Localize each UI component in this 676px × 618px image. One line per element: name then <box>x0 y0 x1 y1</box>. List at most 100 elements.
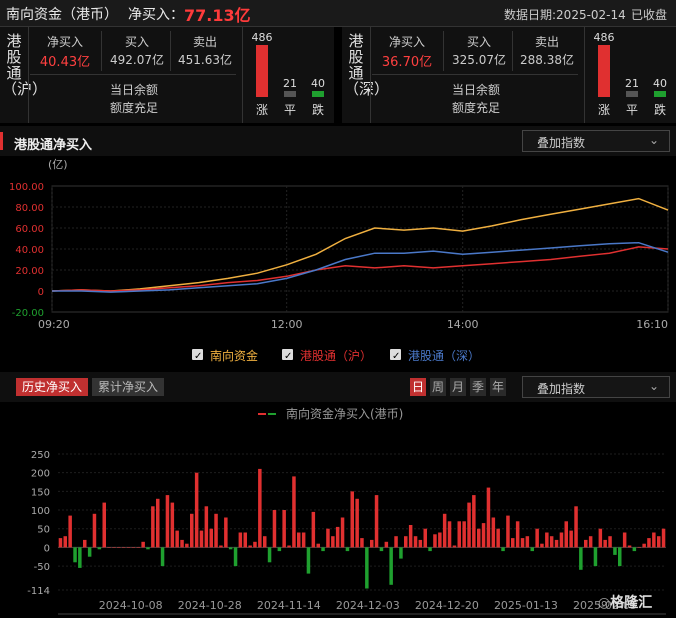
period-year[interactable]: 年 <box>490 378 506 396</box>
bar <box>58 538 63 548</box>
bar <box>569 530 573 548</box>
legend-item-2: ✓ 港股通（深） <box>390 349 480 363</box>
y-tick-label: 100.00 <box>9 182 44 193</box>
bar <box>642 543 646 548</box>
y-tick-label: 20.00 <box>15 266 44 277</box>
bar <box>404 536 408 548</box>
period-quarter[interactable]: 季 <box>470 378 486 396</box>
bar <box>399 547 403 559</box>
bar <box>418 539 423 548</box>
sell-value-sz: 288.38亿 <box>520 53 574 67</box>
bar <box>603 539 607 548</box>
watermark: ◎格隆汇 <box>598 592 652 612</box>
bar <box>433 534 437 548</box>
bar <box>511 538 515 548</box>
bar <box>253 541 257 548</box>
bar <box>73 547 77 563</box>
flat-label-sh: 平 <box>283 103 296 117</box>
bar <box>180 539 184 548</box>
bar <box>185 543 189 548</box>
buy-label-sz: 买入 <box>466 35 491 49</box>
bar <box>335 526 340 548</box>
bar <box>316 543 320 548</box>
up-label-sz: 涨 <box>597 103 610 117</box>
net-buy-value-sh: 40.43亿 <box>39 55 91 70</box>
bar <box>209 528 213 548</box>
bar <box>365 547 369 589</box>
intraday-line-chart: (亿)100.0080.0060.0040.0020.000-20.0009:2… <box>9 158 669 363</box>
bar <box>204 506 209 548</box>
period-week[interactable]: 周 <box>430 378 446 396</box>
bar <box>559 532 564 548</box>
bar-legend-label: 南向资金净买入(港币) <box>286 406 403 421</box>
balance-label-sh: 当日余额 <box>110 83 159 97</box>
tab-history-net[interactable]: 历史净买入 <box>16 378 88 396</box>
bar <box>78 547 82 568</box>
bar <box>219 545 223 548</box>
bar <box>647 538 651 548</box>
bar <box>384 541 389 548</box>
bar <box>457 521 461 548</box>
bar <box>389 547 393 585</box>
x-tick-label: 2024-10-28 <box>178 599 242 612</box>
bar <box>156 498 160 548</box>
panel-shenzhen: 港股通（深） 净买入 36.70亿 买入 325.07亿 卖出 288.38亿 … <box>342 27 676 123</box>
buy-value-sz: 325.07亿 <box>452 53 506 67</box>
x-tick-label: 2025-01-13 <box>494 599 558 612</box>
bar <box>112 547 116 548</box>
bar <box>102 502 106 548</box>
bar <box>83 539 87 548</box>
bar <box>535 528 539 548</box>
bar <box>214 513 218 548</box>
bar <box>190 513 194 548</box>
bar <box>506 515 510 548</box>
period-day[interactable]: 日 <box>410 378 426 396</box>
sell-label-sz: 卖出 <box>534 35 559 49</box>
bar <box>248 545 252 548</box>
y-tick-label: 0 <box>38 287 44 298</box>
history-overlay-dropdown[interactable]: 叠加指数 ⌄ <box>522 376 670 398</box>
chevron-down-icon: ⌄ <box>649 379 660 393</box>
bar <box>442 513 447 548</box>
bar <box>486 487 491 548</box>
flat-count-sz: 21 <box>625 77 639 90</box>
balance-label-sz: 当日余额 <box>452 83 501 97</box>
bar <box>267 547 272 563</box>
y-tick-label: 100 <box>31 506 50 517</box>
legend-item-1: ✓ 港股通（沪） <box>282 349 372 363</box>
bar <box>331 536 335 548</box>
check-icon: ✓ <box>284 351 292 362</box>
series-line-0 <box>51 197 669 292</box>
legend-label: 南向资金 <box>210 348 258 363</box>
bar <box>370 539 374 548</box>
history-overlay-label: 叠加指数 <box>537 382 586 396</box>
bar <box>355 498 359 548</box>
bar <box>428 547 432 552</box>
x-tick-label: 12:00 <box>271 318 303 331</box>
bar <box>199 530 204 548</box>
bar <box>554 539 559 548</box>
bar <box>496 528 500 548</box>
y-tick-label: 80.00 <box>15 203 44 214</box>
bar <box>413 536 418 548</box>
bar <box>574 506 578 548</box>
bar <box>282 510 286 548</box>
bar <box>63 536 67 548</box>
bar <box>549 536 554 548</box>
bar <box>588 536 593 548</box>
balance-value-sz: 额度充足 <box>452 101 501 115</box>
bar <box>165 495 170 548</box>
tab-cumulative-net[interactable]: 累计净买入 <box>92 378 164 396</box>
bar <box>238 532 243 548</box>
bar <box>374 495 379 548</box>
bar <box>467 502 471 548</box>
bar <box>243 532 247 548</box>
bar <box>321 547 325 552</box>
period-month[interactable]: 月 <box>450 378 466 396</box>
bar <box>151 506 155 548</box>
flat-count-sh: 21 <box>283 77 297 90</box>
y-tick-label: -114 <box>27 586 50 597</box>
bar <box>632 547 637 552</box>
overlay-index-dropdown[interactable]: 叠加指数 ⌄ <box>522 130 670 152</box>
bar <box>194 472 199 548</box>
